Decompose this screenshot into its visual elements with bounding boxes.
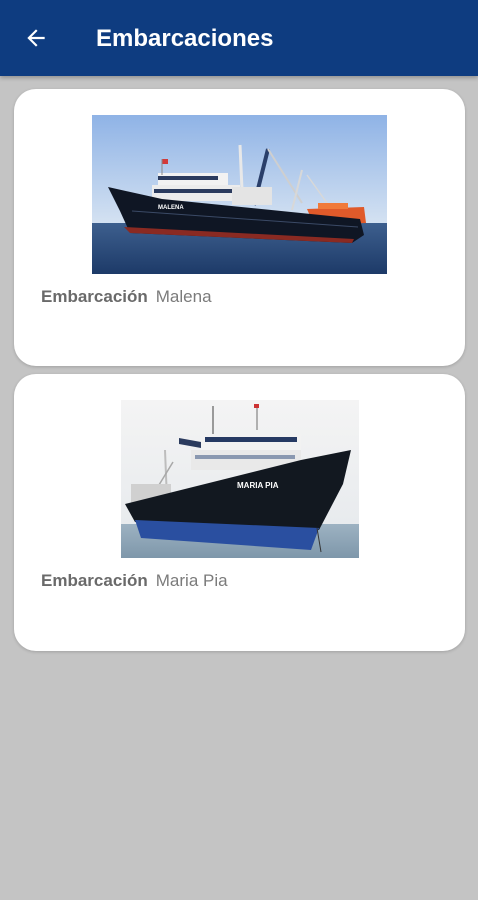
back-button[interactable] xyxy=(14,16,58,60)
hull-marking: MARIA PIA xyxy=(237,481,279,490)
vessel-card-maria-pia[interactable]: MARIA PIA Embarcación Maria Pia xyxy=(14,374,465,651)
vessel-label: Embarcación xyxy=(41,571,148,590)
ship-photo-malena: MALENA xyxy=(92,115,387,274)
vessel-field: Embarcación Maria Pia xyxy=(41,570,228,592)
vessel-name: Maria Pia xyxy=(155,571,228,590)
vessel-label: Embarcación xyxy=(41,287,148,306)
vessel-name: Malena xyxy=(155,287,212,306)
app-bar: Embarcaciones xyxy=(0,0,478,76)
hull-marking: MALENA xyxy=(158,205,184,211)
page-title: Embarcaciones xyxy=(96,25,274,52)
vessel-card-malena[interactable]: MALENA Embarcación Malena xyxy=(14,89,465,366)
arrow-back-icon xyxy=(27,29,45,47)
vessel-field: Embarcación Malena xyxy=(41,286,212,308)
ship-photo-maria-pia: MARIA PIA xyxy=(121,400,359,558)
